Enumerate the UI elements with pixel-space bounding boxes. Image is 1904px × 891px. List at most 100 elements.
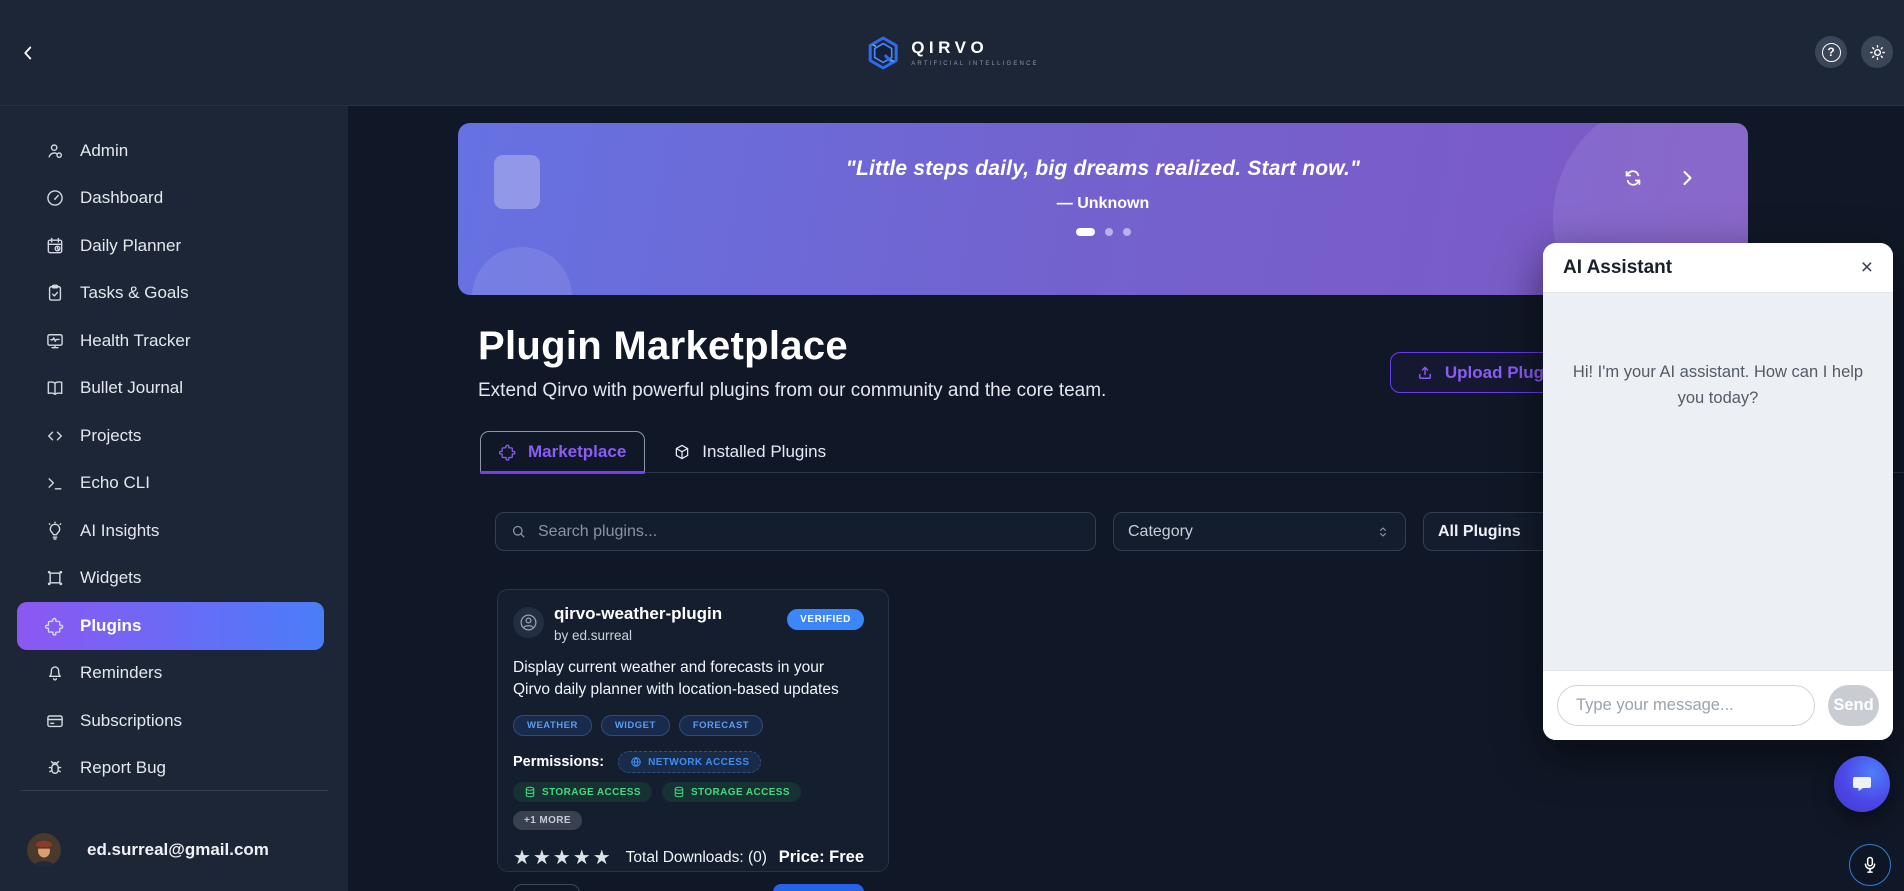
- bug-icon: [45, 758, 65, 778]
- clipboard-check-icon: [45, 283, 65, 303]
- monitor-pulse-icon: [45, 331, 65, 351]
- sidebar-nav: Admin Dashboard Daily Planner Tasks & Go…: [0, 106, 348, 792]
- permission-label: +1 MORE: [524, 815, 571, 826]
- sidebar-item-label: Reminders: [80, 663, 163, 683]
- quote-text: "Little steps daily, big dreams realized…: [845, 157, 1361, 180]
- sidebar-item-subscriptions[interactable]: Subscriptions: [0, 697, 348, 745]
- permission-network-access: NETWORK ACCESS: [618, 751, 762, 773]
- page-subtitle: Extend Qirvo with powerful plugins from …: [478, 380, 1107, 401]
- sidebar-item-bullet-journal[interactable]: Bullet Journal: [0, 365, 348, 413]
- lightbulb-icon: [45, 521, 65, 541]
- verified-badge: VERIFIED: [787, 609, 864, 630]
- sidebar-item-health-tracker[interactable]: Health Tracker: [0, 317, 348, 365]
- assistant-message-input[interactable]: [1557, 685, 1815, 726]
- sidebar-item-label: Health Tracker: [80, 330, 191, 350]
- terminal-icon: [45, 473, 65, 493]
- plugin-card: qirvo-weather-plugin by ed.surreal VERIF…: [497, 589, 889, 891]
- sidebar-item-dashboard[interactable]: Dashboard: [0, 175, 348, 223]
- plugin-name: qirvo-weather-plugin: [554, 604, 723, 623]
- logo-subtitle: ARTIFICIAL INTELLIGENCE: [911, 61, 1039, 67]
- puzzle-icon: [45, 616, 65, 636]
- sidebar-item-report-bug[interactable]: Report Bug: [0, 745, 348, 793]
- chevron-left-icon: [17, 42, 39, 64]
- top-bar: QIRVO ARTIFICIAL INTELLIGENCE ?: [0, 0, 1904, 106]
- back-button[interactable]: [8, 33, 48, 73]
- search-box: [495, 512, 1096, 551]
- sidebar-item-plugins[interactable]: Plugins: [17, 602, 324, 650]
- sidebar-item-label: Echo CLI: [80, 473, 150, 493]
- refresh-quote-button[interactable]: [1622, 165, 1648, 191]
- qirvo-app: QIRVO ARTIFICIAL INTELLIGENCE ? Admin Da…: [0, 0, 1904, 891]
- close-assistant-button[interactable]: ×: [1861, 257, 1873, 278]
- ai-assistant-footer: Send: [1543, 670, 1893, 740]
- help-button[interactable]: ?: [1815, 36, 1847, 68]
- permissions-label: Permissions:: [513, 754, 605, 770]
- sidebar-item-widgets[interactable]: Widgets: [0, 555, 348, 603]
- sidebar-item-label: Widgets: [80, 568, 142, 588]
- tag-weather: WEATHER: [513, 715, 592, 736]
- sidebar-item-label: Tasks & Goals: [80, 283, 189, 303]
- tabs: Marketplace Installed Plugins: [480, 431, 844, 474]
- tag-forecast: FORECAST: [678, 715, 764, 736]
- tab-label: Installed Plugins: [702, 441, 827, 461]
- upload-plugin-label: Upload Plugin: [1444, 362, 1560, 382]
- globe-icon: [630, 756, 642, 768]
- category-select[interactable]: Category: [1113, 512, 1406, 551]
- book-open-icon: [45, 378, 65, 398]
- chat-fab-button[interactable]: [1834, 756, 1890, 812]
- logo-title: QIRVO: [911, 38, 989, 57]
- send-button[interactable]: Send: [1828, 685, 1879, 726]
- quote-author: — Unknown: [1056, 195, 1150, 212]
- filter-bar: Category All Plugins: [495, 512, 1623, 551]
- plugin-permissions: Permissions: NETWORK ACCESS STORAGE ACCE…: [513, 751, 864, 830]
- chevron-right-icon: [1675, 166, 1701, 190]
- details-button[interactable]: Details: [513, 884, 580, 891]
- sidebar-item-admin[interactable]: Admin: [0, 127, 348, 175]
- bell-icon: [45, 663, 65, 683]
- carousel-dot-3[interactable]: [1122, 228, 1131, 236]
- install-button[interactable]: Install: [772, 884, 864, 891]
- admin-user-icon: [45, 141, 65, 161]
- tab-marketplace[interactable]: Marketplace: [480, 431, 646, 474]
- carousel-dot-2[interactable]: [1104, 228, 1113, 236]
- database-icon: [673, 786, 685, 798]
- search-icon: [510, 523, 527, 540]
- plugin-author: by ed.surreal: [554, 628, 633, 643]
- carousel-dots: [458, 228, 1748, 236]
- chevron-up-down-icon: [1375, 524, 1391, 540]
- microphone-button[interactable]: [1849, 844, 1891, 886]
- chat-bubble-icon: [1850, 772, 1874, 796]
- sidebar-item-echo-cli[interactable]: Echo CLI: [0, 460, 348, 508]
- puzzle-icon: [499, 443, 517, 461]
- sidebar-user[interactable]: ed.surreal@gmail.com: [27, 833, 269, 867]
- permission-storage-access: STORAGE ACCESS: [513, 782, 652, 802]
- sidebar-item-tasks-goals[interactable]: Tasks & Goals: [0, 270, 348, 318]
- sidebar-item-label: Plugins: [80, 615, 142, 635]
- permission-label: STORAGE ACCESS: [690, 786, 790, 798]
- permission-storage-access-2: STORAGE ACCESS: [661, 782, 801, 802]
- tab-label: Marketplace: [528, 442, 627, 461]
- theme-toggle-button[interactable]: [1861, 36, 1893, 68]
- code-icon: [45, 426, 65, 446]
- search-input[interactable]: [538, 522, 1081, 541]
- star-rating: ★★★★★: [513, 847, 613, 869]
- sidebar-item-daily-planner[interactable]: Daily Planner: [0, 222, 348, 270]
- sidebar-item-label: Subscriptions: [80, 710, 183, 730]
- upload-icon: [1416, 364, 1434, 382]
- plugin-scope-value: All Plugins: [1438, 522, 1521, 540]
- sidebar-item-ai-insights[interactable]: AI Insights: [0, 507, 348, 555]
- tab-installed-plugins[interactable]: Installed Plugins: [655, 431, 844, 472]
- help-icon: ?: [1821, 42, 1841, 62]
- page-title: Plugin Marketplace: [478, 324, 848, 368]
- user-avatar: [27, 833, 61, 867]
- permission-label: STORAGE ACCESS: [542, 786, 641, 798]
- qirvo-logo-icon: [865, 35, 901, 71]
- package-icon: [673, 443, 691, 461]
- carousel-dot-1[interactable]: [1075, 228, 1095, 236]
- sidebar-divider: [20, 790, 328, 791]
- next-quote-button[interactable]: [1675, 165, 1701, 191]
- sidebar-item-reminders[interactable]: Reminders: [0, 650, 348, 698]
- sidebar-item-label: Report Bug: [80, 758, 166, 778]
- sidebar-item-projects[interactable]: Projects: [0, 412, 348, 460]
- credit-card-icon: [45, 711, 65, 731]
